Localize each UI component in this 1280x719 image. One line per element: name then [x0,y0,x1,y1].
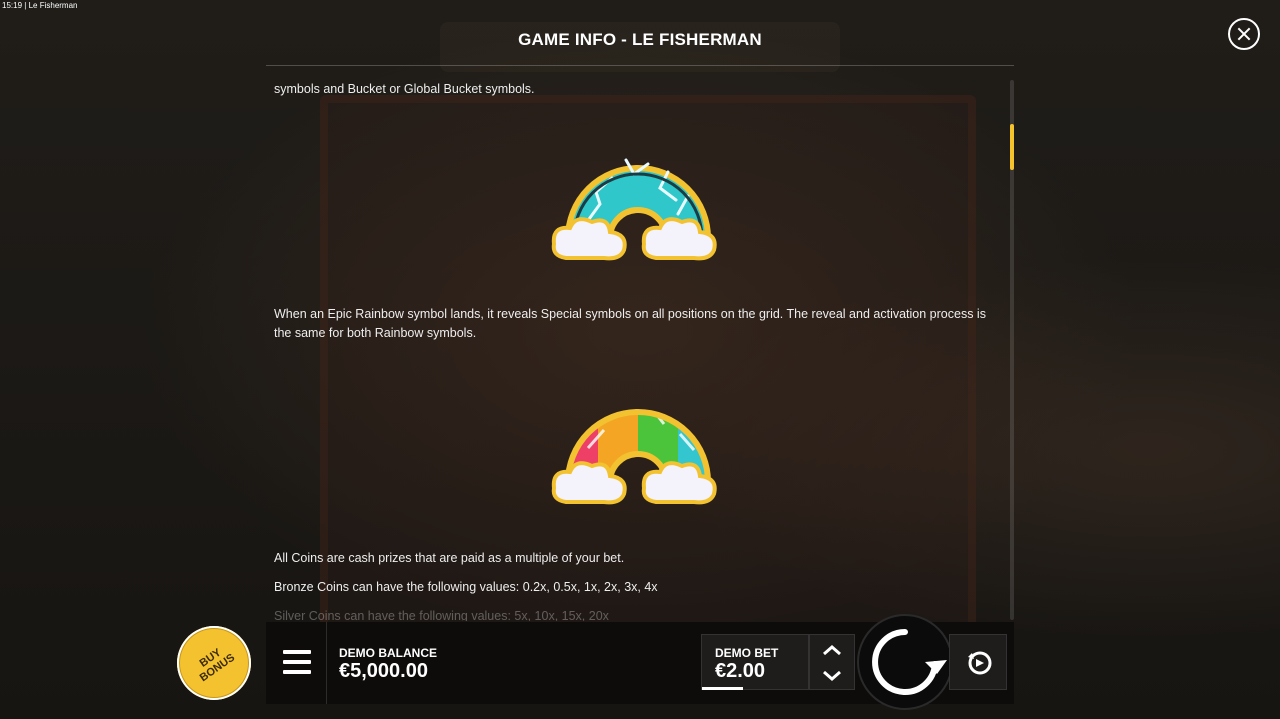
bet-value: €2.00 [715,660,766,682]
bet-label: DEMO BET [715,646,779,660]
close-icon[interactable] [1228,18,1260,50]
buy-bonus-button[interactable]: BUY BONUS [177,626,251,700]
balance-label: DEMO BALANCE [339,646,437,660]
bet-stepper[interactable] [809,634,855,690]
menu-button[interactable] [266,622,327,704]
info-paragraph: All Coins are cash prizes that are paid … [274,551,625,565]
chevron-up-icon[interactable] [823,645,841,656]
page-title: GAME INFO - LE FISHERMAN [518,30,762,49]
window-titlebar: 15:19 | Le Fisherman [2,1,78,10]
divider [266,65,1014,66]
bet-level-indicator [702,687,743,690]
info-paragraph: symbols and Bucket or Global Bucket symb… [274,82,535,96]
chevron-down-icon[interactable] [823,670,841,681]
info-paragraph: When an Epic Rainbow symbol lands, it re… [274,307,986,340]
menu-icon [283,650,311,654]
epic-rainbow-symbol-icon [551,409,717,505]
buy-bonus-label: BUY BONUS [197,646,238,685]
balance-value: €5,000.00 [339,660,428,682]
clock-text: 15:19 [2,1,23,10]
spin-button[interactable] [857,614,953,710]
rainbow-symbol-icon [551,158,717,261]
info-paragraph: Bronze Coins can have the following valu… [274,580,658,594]
autoplay-button[interactable] [949,634,1007,690]
app-title: Le Fisherman [28,1,78,10]
scrollbar-thumb[interactable] [1010,124,1014,170]
